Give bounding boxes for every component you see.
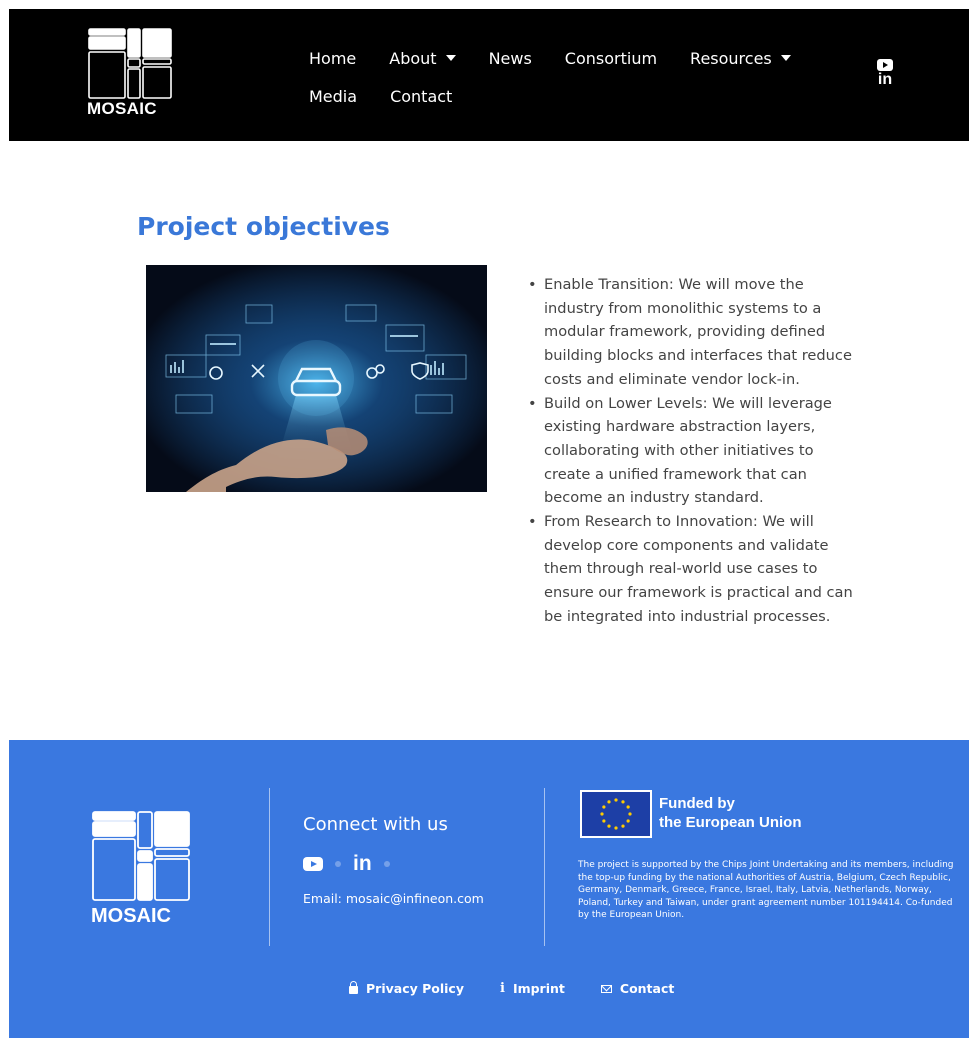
eu-flag-graphic: [582, 792, 650, 836]
nav-item-home[interactable]: Home: [309, 49, 356, 68]
eu-star-icon: [628, 812, 632, 816]
separator-dot: [335, 861, 341, 867]
nav-label: Contact: [390, 86, 453, 106]
youtube-icon[interactable]: [877, 59, 893, 71]
connect-title: Connect with us: [303, 814, 448, 835]
mosaic-logo[interactable]: MOSAIC: [87, 27, 173, 119]
page-title: Project objectives: [137, 212, 390, 241]
eu-star-icon: [602, 805, 606, 809]
link-label: Imprint: [512, 981, 565, 996]
eu-star-icon: [626, 819, 630, 823]
footer-divider: [269, 788, 270, 946]
site-footer: MOSAIC Connect with us in Email: mosaic@…: [9, 740, 969, 1038]
link-label: Contact: [619, 981, 675, 996]
privacy-policy-link[interactable]: Privacy Policy: [349, 981, 464, 996]
hero-image: [146, 265, 487, 492]
footer-email[interactable]: Email: mosaic@infineon.com: [303, 891, 484, 906]
eu-star-icon: [621, 824, 625, 828]
list-item: From Research to Innovation: We will dev…: [528, 510, 853, 629]
nav-item-consortium[interactable]: Consortium: [565, 49, 657, 68]
footer-links: Privacy Policy i Imprint Contact: [349, 981, 674, 996]
info-icon: i: [499, 981, 505, 996]
eu-funding-title: Funded by the European Union: [659, 794, 802, 832]
footer-logo-text: MOSAIC: [91, 905, 171, 927]
nav-label: About: [389, 48, 437, 68]
eu-star-icon: [626, 805, 630, 809]
nav-label: Media: [309, 86, 358, 106]
logo-text: MOSAIC: [87, 99, 157, 118]
eu-star-icon: [621, 800, 625, 804]
eu-title-line: the European Union: [659, 814, 802, 831]
imprint-link[interactable]: i Imprint: [500, 981, 565, 996]
eu-star-icon: [614, 798, 618, 802]
eu-funding-text: The project is supported by the Chips Jo…: [578, 860, 954, 920]
nav-row-1: Home About News Consortium Resources: [309, 39, 849, 77]
eu-star-icon: [607, 824, 611, 828]
footer-divider: [544, 788, 545, 946]
nav-row-2: Media Contact: [309, 77, 849, 115]
eu-star-icon: [600, 812, 604, 816]
nav-item-media[interactable]: Media: [309, 87, 357, 106]
nav-item-resources[interactable]: Resources: [690, 49, 791, 68]
list-item: Build on Lower Levels: We will leverage …: [528, 392, 853, 511]
eu-star-icon: [614, 826, 618, 830]
footer-social: in: [303, 852, 390, 876]
nav-item-about[interactable]: About: [389, 48, 456, 68]
objectives-list: Enable Transition: We will move the indu…: [528, 273, 853, 629]
main-nav: Home About News Consortium Resources Med…: [309, 39, 849, 115]
youtube-icon[interactable]: [303, 857, 323, 871]
caret-down-icon: [445, 55, 456, 61]
linkedin-icon[interactable]: in: [353, 852, 372, 876]
eu-title-line: Funded by: [659, 795, 735, 812]
header-social: in: [875, 59, 895, 89]
link-label: Privacy Policy: [366, 981, 464, 996]
mosaic-logo-mark: [92, 811, 190, 901]
footer-logo[interactable]: MOSAIC: [91, 810, 191, 928]
connected-car-illustration: [146, 265, 487, 492]
mosaic-logo-mark: [88, 28, 172, 99]
eu-flag-icon: [580, 790, 652, 838]
site-header: MOSAIC Home About News Consortium Resour…: [9, 9, 969, 141]
eu-star-icon: [607, 800, 611, 804]
linkedin-icon[interactable]: in: [875, 71, 895, 89]
nav-label: Resources: [690, 48, 772, 68]
lock-icon: [349, 981, 358, 994]
caret-down-icon: [780, 55, 791, 61]
eu-star-icon: [602, 819, 606, 823]
mail-icon: [600, 984, 612, 993]
list-item: Enable Transition: We will move the indu…: [528, 273, 853, 392]
separator-dot: [383, 861, 390, 867]
nav-item-contact[interactable]: Contact: [390, 87, 452, 106]
nav-label: News: [488, 48, 532, 68]
contact-link[interactable]: Contact: [600, 981, 675, 996]
nav-label: Home: [309, 48, 357, 68]
nav-label: Consortium: [564, 48, 658, 68]
nav-item-news[interactable]: News: [489, 49, 532, 68]
